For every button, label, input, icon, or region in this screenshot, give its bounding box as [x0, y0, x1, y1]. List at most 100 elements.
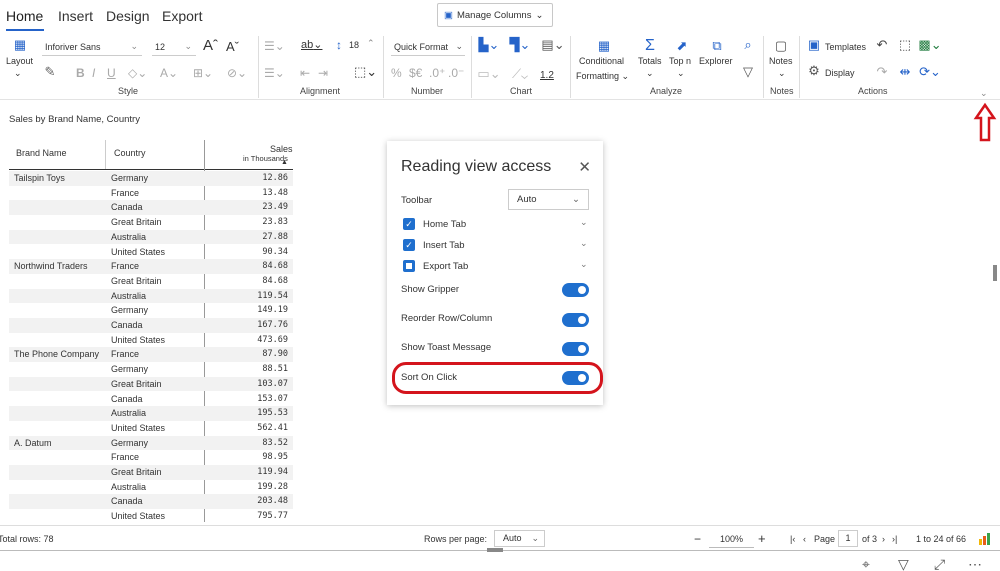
filter-icon[interactable]: ▽	[739, 64, 757, 80]
column-chart-icon[interactable]: ▜⌄	[507, 37, 533, 53]
gear-icon[interactable]: ⚙	[806, 63, 822, 78]
manage-columns-button[interactable]: ▣ Manage Columns ⌄	[437, 3, 553, 27]
undo-icon[interactable]: ↶	[873, 37, 891, 53]
tab-home[interactable]: Home	[6, 8, 43, 24]
table-row[interactable]: United States 473.69	[9, 333, 293, 348]
text-wrap-icon[interactable]: ab⌄	[301, 38, 322, 51]
notes-icon[interactable]: ▢	[772, 37, 790, 55]
decrease-font-icon[interactable]: Aˇ	[226, 39, 239, 54]
pin-icon[interactable]: ⌖	[862, 556, 870, 571]
table-row[interactable]: The Phone Company France 87.90	[9, 347, 293, 363]
chevron-down-icon[interactable]: ⌄	[580, 238, 588, 249]
tab-insert[interactable]: Insert	[58, 8, 93, 24]
table-row[interactable]: France 13.48	[9, 186, 293, 201]
cell-padding-icon[interactable]: ⬚⌄	[354, 64, 377, 80]
collapse-ribbon-icon[interactable]: ⌄	[980, 88, 988, 99]
table-row[interactable]: Great Britain 84.68	[9, 274, 293, 289]
increase-font-icon[interactable]: Aˆ	[203, 37, 218, 54]
show-gripper-toggle[interactable]	[562, 283, 589, 297]
decrease-decimal-icon[interactable]: .0⁻	[448, 66, 464, 80]
scale-icon[interactable]: 1.2	[540, 70, 554, 81]
table-row[interactable]: Canada 23.49	[9, 200, 293, 216]
table-row[interactable]: Australia 199.28	[9, 480, 293, 495]
table-row[interactable]: Canada 203.48	[9, 494, 293, 510]
table-row[interactable]: Great Britain 23.83	[9, 215, 293, 230]
fit-icon[interactable]: ⬚	[896, 37, 914, 53]
table-row[interactable]: Canada 167.76	[9, 318, 293, 333]
italic-icon[interactable]: I	[92, 66, 95, 80]
bar-chart-icon[interactable]: ▙⌄	[478, 37, 500, 53]
export-tab-checkbox[interactable]	[403, 260, 415, 272]
redo-icon[interactable]: ↷	[873, 64, 891, 80]
table-row[interactable]: Australia 119.54	[9, 288, 293, 304]
table-row[interactable]: Australia 195.53	[9, 406, 293, 421]
formatting-label[interactable]: Formatting ⌄	[576, 71, 629, 82]
chevron-down-icon[interactable]: ⌄	[580, 217, 588, 228]
table-row[interactable]: Northwind Traders France 84.68	[9, 259, 293, 274]
stepper-icon[interactable]: ⌃	[367, 38, 375, 49]
tab-export[interactable]: Export	[162, 8, 202, 24]
zoom-out-icon[interactable]: −	[694, 532, 701, 546]
font-family-select[interactable]: Inforiver Sans ⌄	[42, 38, 142, 56]
tab-design[interactable]: Design	[106, 8, 150, 24]
scrollbar-handle[interactable]	[993, 265, 997, 281]
font-size-select[interactable]: 12 ⌄	[152, 38, 196, 56]
display-label[interactable]: Display	[825, 68, 855, 78]
focus-mode-icon[interactable]: ⤢	[934, 556, 945, 571]
layout-icon[interactable]: ▦	[10, 37, 30, 53]
table-row[interactable]: A. Datum Germany 83.52	[9, 435, 293, 451]
first-page-icon[interactable]: |‹	[790, 534, 795, 544]
table-row[interactable]: Germany 149.19	[9, 303, 293, 318]
table-row[interactable]: Great Britain 119.94	[9, 465, 293, 480]
explorer-icon[interactable]: ⧉	[707, 37, 727, 55]
clear-format-icon[interactable]: ⊘⌄	[227, 66, 247, 80]
search-icon[interactable]: ⌕	[739, 37, 757, 53]
next-page-icon[interactable]: ›	[882, 534, 885, 544]
line-chart-icon[interactable]: ⟋⌄	[507, 66, 533, 82]
table-row[interactable]: United States 562.41	[9, 421, 293, 436]
zoom-in-icon[interactable]: +	[758, 531, 766, 546]
reorder-toggle[interactable]	[562, 313, 589, 327]
zoom-input[interactable]: 100%	[709, 530, 754, 548]
fill-color-icon[interactable]: ◇⌄	[128, 66, 147, 80]
notes-label[interactable]: Notes	[769, 56, 793, 66]
topn-icon[interactable]: ⬈	[672, 37, 692, 55]
table-row[interactable]: Great Britain 103.07	[9, 376, 293, 392]
indent-increase-icon[interactable]: ⇥	[318, 66, 328, 80]
chevron-down-icon[interactable]: ⌄	[580, 259, 588, 270]
quick-format-select[interactable]: Quick Format ⌄	[391, 38, 465, 56]
prev-page-icon[interactable]: ‹	[803, 534, 806, 544]
last-page-icon[interactable]: ›|	[892, 534, 897, 544]
align-center-icon[interactable]: ☰⌄	[264, 66, 285, 80]
increase-decimal-icon[interactable]: .0⁺	[429, 66, 445, 80]
toolbar-select[interactable]: Auto ⌄	[508, 189, 589, 210]
font-color-icon[interactable]: A⌄	[160, 66, 178, 80]
topn-label[interactable]: Top n	[669, 56, 691, 66]
bold-icon[interactable]: B	[76, 66, 85, 80]
templates-label[interactable]: Templates	[825, 42, 866, 52]
rows-per-page-select[interactable]: Auto ⌄	[494, 530, 545, 547]
line-height-icon[interactable]: ↕	[336, 38, 342, 52]
table-row[interactable]: Canada 153.07	[9, 392, 293, 407]
chart-layout-icon[interactable]: ▤⌄	[540, 37, 566, 53]
currency-icon[interactable]: $€	[409, 66, 422, 80]
totals-icon[interactable]: Σ	[640, 37, 660, 55]
align-left-icon[interactable]: ☰⌄	[264, 39, 285, 53]
table-row[interactable]: Germany 88.51	[9, 362, 293, 377]
sort-desc-icon[interactable]: ▲	[281, 159, 288, 166]
filter-icon[interactable]: ▽	[898, 556, 909, 571]
table-row[interactable]: France 98.95	[9, 450, 293, 465]
conditional-label[interactable]: Conditional	[579, 56, 624, 66]
explorer-label[interactable]: Explorer	[699, 56, 733, 66]
page-input[interactable]: 1	[838, 530, 858, 547]
conditional-formatting-icon[interactable]: ▦	[594, 37, 614, 55]
home-tab-checkbox[interactable]: ✓	[403, 218, 415, 230]
border-icon[interactable]: ⊞⌄	[193, 66, 213, 80]
table-row[interactable]: Australia 27.88	[9, 229, 293, 245]
excel-icon[interactable]: ▩⌄	[918, 37, 942, 53]
underline-icon[interactable]: U	[107, 66, 116, 80]
table-row[interactable]: Tailspin Toys Germany 12.86	[9, 171, 293, 186]
table-row[interactable]: United States 90.34	[9, 245, 293, 260]
table-row[interactable]: United States 795.77	[9, 509, 293, 524]
refresh-icon[interactable]: ⟳⌄	[918, 64, 942, 80]
